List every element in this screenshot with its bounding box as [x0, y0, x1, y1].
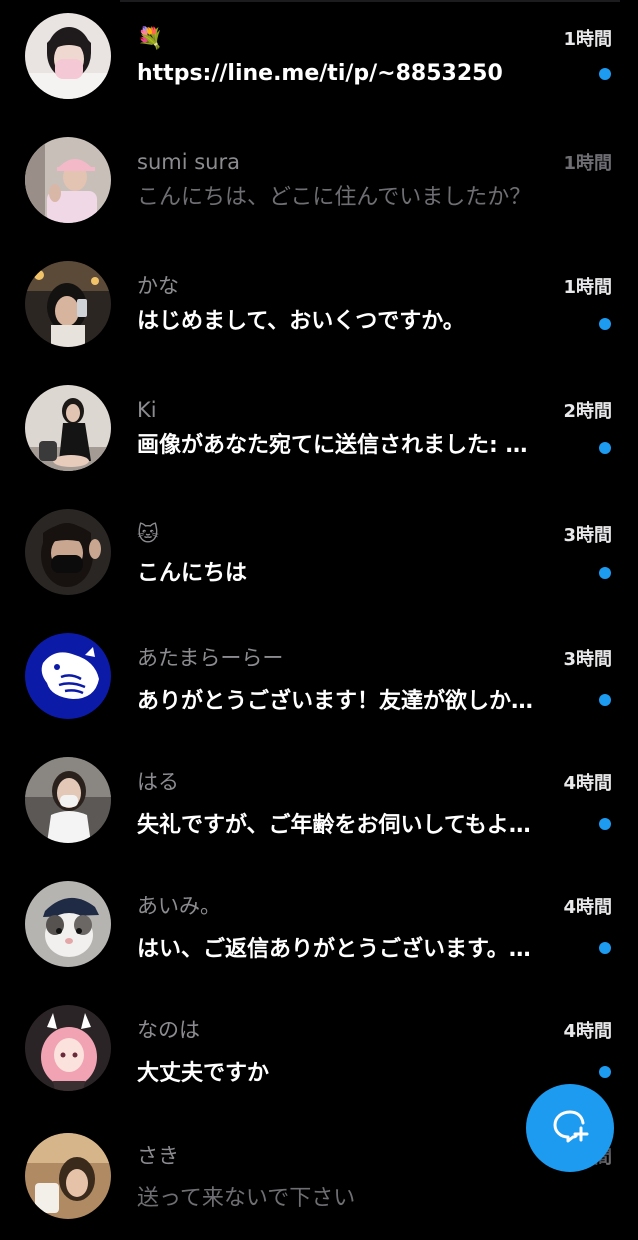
conversation-name: あいみ。: [137, 894, 221, 918]
avatar[interactable]: [25, 261, 111, 347]
conversation-preview: 大丈夫ですか: [137, 1061, 270, 1086]
conversation-preview: 送って来ないで下さい: [137, 1186, 356, 1211]
conversation-row[interactable]: 🐱 3時間 こんにちは: [0, 496, 638, 620]
unread-indicator: [599, 442, 611, 454]
conversation-time: 3時間: [563, 525, 612, 546]
avatar[interactable]: [25, 509, 111, 595]
conversation-preview: https://line.me/ti/p/~8853250: [137, 61, 503, 86]
conversation-time: 1時間: [563, 153, 612, 174]
conversation-time: 2時間: [563, 401, 612, 422]
conversation-name: 💐: [137, 26, 164, 50]
conversation-row[interactable]: sumi sura 1時間 こんにちは、どこに住んでいましたか？: [0, 124, 638, 248]
unread-indicator: [599, 68, 611, 80]
conversation-row[interactable]: かな 1時間 はじめまして、おいくつですか。: [0, 248, 638, 372]
conversation-name: さき: [137, 1144, 179, 1168]
conversation-name: はる: [137, 770, 179, 794]
unread-indicator: [599, 694, 611, 706]
unread-indicator: [599, 818, 611, 830]
conversation-preview: 画像があなた宛てに送信されました: …: [137, 433, 528, 458]
conversation-time: 4時間: [563, 1021, 612, 1042]
conversation-row[interactable]: あたまらーらー 3時間 ありがとうございます！友達が欲しか…: [0, 620, 638, 744]
avatar[interactable]: [25, 13, 111, 99]
conversation-time: 1時間: [563, 29, 612, 50]
conversation-time: 3時間: [563, 649, 612, 670]
unread-indicator: [599, 567, 611, 579]
conversation-row[interactable]: Ki 2時間 画像があなた宛てに送信されました: …: [0, 372, 638, 496]
avatar[interactable]: [25, 881, 111, 967]
conversation-name: なのは: [137, 1018, 200, 1042]
avatar[interactable]: [25, 1005, 111, 1091]
conversation-name: 🐱: [137, 522, 159, 546]
unread-indicator: [599, 942, 611, 954]
avatar[interactable]: [25, 757, 111, 843]
new-message-icon: [550, 1106, 590, 1150]
conversation-preview: 失礼ですが、ご年齢をお伺いしてもよ…: [137, 813, 531, 838]
avatar[interactable]: [25, 633, 111, 719]
unread-indicator: [599, 1066, 611, 1078]
unread-indicator: [599, 318, 611, 330]
conversation-preview: こんにちは: [137, 561, 248, 586]
conversation-name: Ki: [137, 398, 157, 422]
conversation-time: 4時間: [563, 897, 612, 918]
conversation-preview: はじめまして、おいくつですか。: [137, 309, 465, 334]
avatar[interactable]: [25, 1133, 111, 1219]
conversation-row[interactable]: はる 4時間 失礼ですが、ご年齢をお伺いしてもよ…: [0, 744, 638, 868]
avatar[interactable]: [25, 137, 111, 223]
conversation-name: あたまらーらー: [137, 646, 284, 670]
new-message-button[interactable]: [526, 1084, 614, 1172]
conversation-preview: こんにちは、どこに住んでいましたか？: [137, 185, 532, 210]
conversation-row[interactable]: あいみ。 4時間 はい、ご返信ありがとうございます。…: [0, 868, 638, 992]
conversation-time: 4時間: [563, 773, 612, 794]
conversation-preview: はい、ご返信ありがとうございます。…: [137, 937, 531, 962]
avatar[interactable]: [25, 385, 111, 471]
conversation-preview: ありがとうございます！友達が欲しか…: [137, 689, 534, 714]
conversation-time: 1時間: [563, 277, 612, 298]
conversation-row[interactable]: 💐 1時間 https://line.me/ti/p/~8853250: [0, 0, 638, 124]
conversation-name: かな: [137, 274, 179, 298]
conversation-name: sumi sura: [137, 150, 240, 174]
